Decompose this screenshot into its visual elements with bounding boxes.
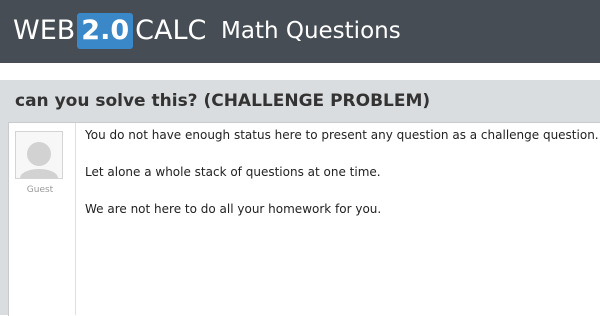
logo-prefix: WEB [13, 15, 76, 46]
user-avatar-icon[interactable] [15, 131, 63, 179]
answer-paragraph: We are not here to do all your homework … [85, 202, 382, 216]
logo-badge: 2.0 [77, 13, 134, 49]
answer-paragraph: You do not have enough status here to pr… [85, 128, 599, 142]
site-logo[interactable]: WEB 2.0 CALC [13, 13, 206, 49]
answer-paragraph: Let alone a whole stack of questions at … [85, 165, 381, 179]
answer-divider [75, 123, 76, 315]
section-title-link[interactable]: Math Questions [221, 13, 401, 49]
answer-username[interactable]: Guest [15, 185, 65, 195]
site-header: WEB 2.0 CALC Math Questions [0, 0, 600, 63]
question-title: can you solve this? (CHALLENGE PROBLEM) [15, 91, 431, 111]
logo-suffix: CALC [135, 15, 207, 46]
answer-body: You do not have enough status here to pr… [85, 126, 600, 219]
